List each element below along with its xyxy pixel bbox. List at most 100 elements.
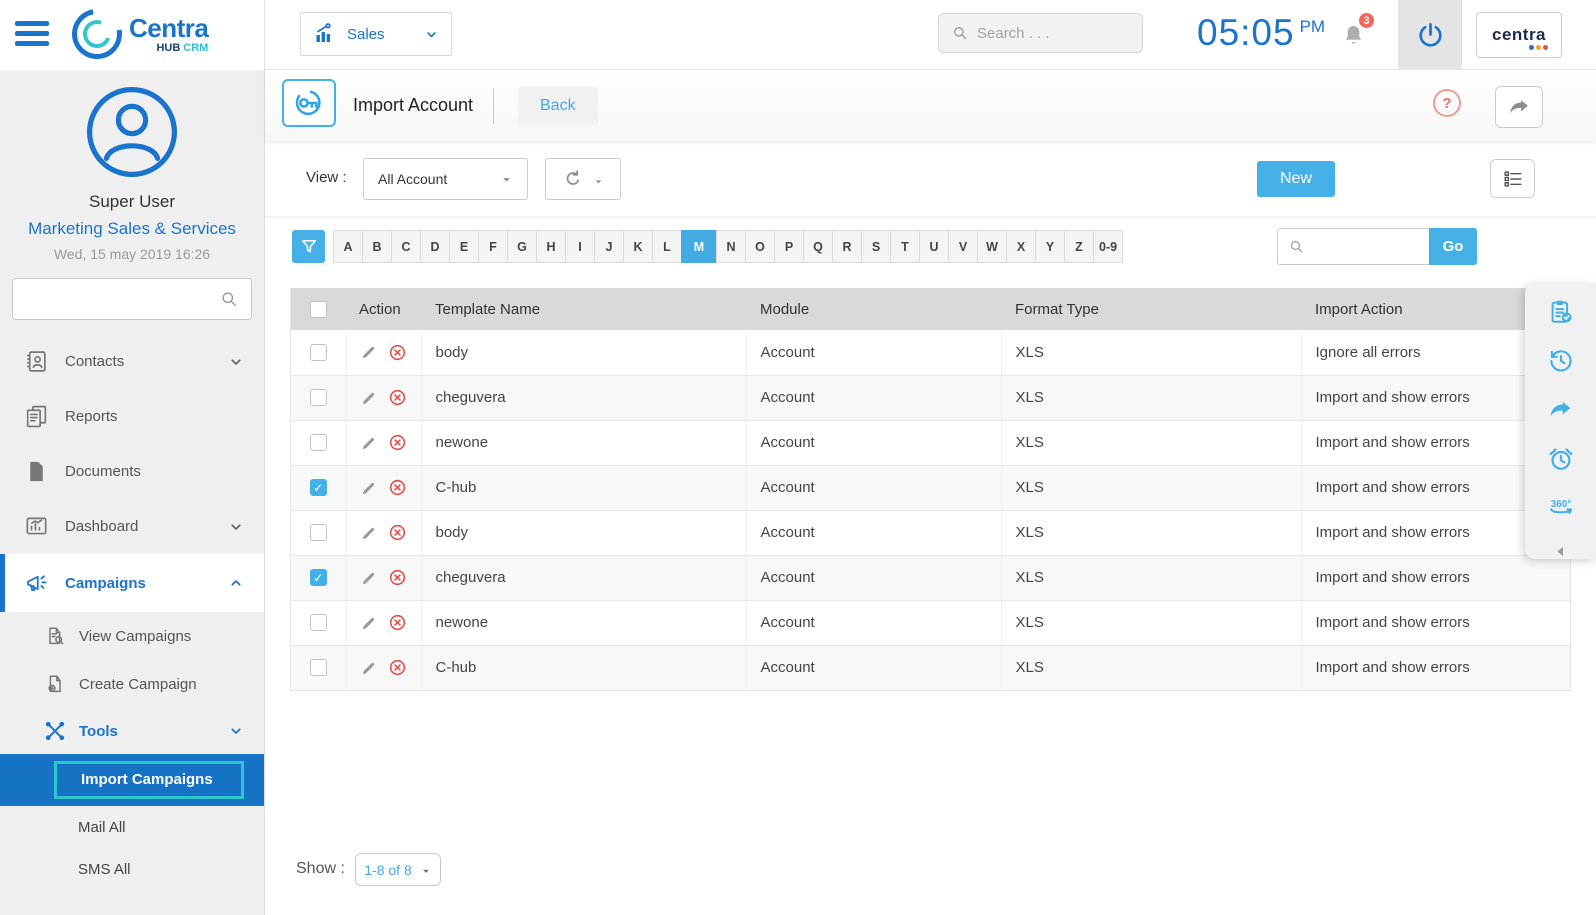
alpha-letter-c[interactable]: C (391, 230, 421, 263)
alpha-letter-u[interactable]: U (919, 230, 949, 263)
sidebar-item-tools[interactable]: Tools (0, 708, 264, 754)
go-button[interactable]: Go (1429, 228, 1477, 265)
page-title: Import Account (353, 95, 474, 115)
edit-icon[interactable] (360, 614, 378, 632)
import-key-button[interactable] (282, 79, 336, 127)
deg360-icon[interactable]: 360° (1547, 494, 1575, 522)
edit-icon[interactable] (360, 343, 378, 361)
new-button[interactable]: New (1257, 161, 1335, 197)
history-icon[interactable] (1547, 347, 1575, 375)
cell-module: Account (746, 555, 1002, 601)
delete-icon[interactable] (388, 613, 407, 632)
sidebar-item-campaigns[interactable]: Campaigns (0, 554, 264, 612)
alpha-letter-w[interactable]: W (977, 230, 1007, 263)
delete-icon[interactable] (388, 433, 407, 452)
logout-power-button[interactable] (1398, 0, 1462, 70)
sidebar-item-mail-all[interactable]: Mail All (0, 806, 264, 848)
edit-icon[interactable] (360, 479, 378, 497)
user-department[interactable]: Marketing Sales & Services (0, 219, 264, 239)
delete-icon[interactable] (388, 658, 407, 677)
share-button[interactable] (1495, 86, 1543, 128)
sidebar-item-import-campaigns[interactable]: Import Campaigns (0, 754, 264, 806)
alpha-letter-r[interactable]: R (832, 230, 862, 263)
cell-import-action: Import and show errors (1301, 645, 1570, 691)
alpha-letter-y[interactable]: Y (1035, 230, 1065, 263)
sidebar-item-documents[interactable]: Documents (0, 444, 264, 499)
edit-icon[interactable] (360, 389, 378, 407)
view-dropdown[interactable]: All Account (363, 158, 528, 200)
sidebar-item-label: Campaigns (65, 574, 146, 592)
row-checkbox[interactable] (309, 389, 327, 407)
brand-dots (1529, 45, 1548, 50)
cell-template-name: C-hub (421, 645, 747, 691)
alpha-letter-k[interactable]: K (623, 230, 653, 263)
row-checkbox[interactable]: ✓ (309, 479, 327, 497)
user-avatar[interactable] (84, 84, 180, 180)
edit-icon[interactable] (360, 659, 378, 677)
row-checkbox[interactable] (309, 344, 327, 362)
alpha-letter-b[interactable]: B (362, 230, 392, 263)
sidebar-search-input[interactable] (25, 291, 219, 307)
refresh-button[interactable] (545, 158, 621, 200)
sidebar-item-create-campaign[interactable]: Create Campaign (0, 660, 264, 708)
alpha-letter-p[interactable]: P (774, 230, 804, 263)
sidebar-item-view-campaigns[interactable]: View Campaigns (0, 612, 264, 660)
delete-icon[interactable] (388, 388, 407, 407)
row-checkbox[interactable] (309, 524, 327, 542)
row-checkbox[interactable] (309, 614, 327, 632)
pagination-dropdown[interactable]: 1-8 of 8 (355, 853, 441, 886)
delete-icon[interactable] (388, 343, 407, 362)
row-checkbox[interactable]: ✓ (309, 569, 327, 587)
alpha-letter-a[interactable]: A (333, 230, 363, 263)
edit-icon[interactable] (360, 434, 378, 452)
alarm-icon[interactable] (1547, 445, 1575, 473)
help-button[interactable]: ? (1433, 89, 1461, 117)
table-row: body Account XLS Import and show errors (291, 510, 1570, 556)
alpha-letter-f[interactable]: F (478, 230, 508, 263)
brand-text: centra (1491, 25, 1547, 44)
list-view-button[interactable] (1490, 159, 1535, 198)
table-search-input[interactable] (1313, 238, 1419, 255)
row-checkbox[interactable] (309, 434, 327, 452)
filter-button[interactable] (292, 230, 325, 263)
select-all-checkbox[interactable] (310, 300, 327, 318)
edit-icon[interactable] (360, 569, 378, 587)
row-checkbox-cell (291, 600, 347, 646)
alpha-letter-t[interactable]: T (890, 230, 920, 263)
module-selector[interactable]: Sales (300, 12, 452, 56)
alpha-letter-s[interactable]: S (861, 230, 891, 263)
sidebar-item-reports[interactable]: Reports (0, 389, 264, 444)
alpha-letter-v[interactable]: V (948, 230, 978, 263)
alpha-letter-0-9[interactable]: 0-9 (1093, 230, 1124, 263)
delete-icon[interactable] (388, 568, 407, 587)
cell-import-action: Import and show errors (1301, 555, 1570, 601)
alpha-letter-x[interactable]: X (1006, 230, 1036, 263)
alpha-letter-e[interactable]: E (449, 230, 479, 263)
delete-icon[interactable] (388, 478, 407, 497)
back-button[interactable]: Back (518, 87, 598, 125)
row-checkbox[interactable] (309, 659, 327, 677)
share-icon[interactable] (1547, 396, 1575, 424)
alpha-letter-o[interactable]: O (745, 230, 775, 263)
sidebar-item-contacts[interactable]: Contacts (0, 334, 264, 389)
alpha-letter-q[interactable]: Q (803, 230, 833, 263)
hamburger-menu-icon[interactable] (15, 21, 49, 51)
alpha-letter-z[interactable]: Z (1064, 230, 1094, 263)
sidebar-item-dashboard[interactable]: Dashboard (0, 499, 264, 554)
cell-module: Account (746, 420, 1002, 466)
global-search-input[interactable] (977, 24, 1130, 42)
alpha-letter-d[interactable]: D (420, 230, 450, 263)
alpha-letter-j[interactable]: J (594, 230, 624, 263)
delete-icon[interactable] (388, 523, 407, 542)
alpha-letter-m[interactable]: M (681, 230, 717, 263)
alpha-letter-i[interactable]: I (565, 230, 595, 263)
alpha-letter-n[interactable]: N (716, 230, 746, 263)
alpha-letter-h[interactable]: H (536, 230, 566, 263)
notifications-bell-icon[interactable]: 3 (1340, 11, 1376, 50)
clipboard-check-icon[interactable] (1547, 298, 1575, 326)
alpha-letter-l[interactable]: L (652, 230, 682, 263)
sidebar-item-sms-all[interactable]: SMS All (0, 848, 264, 890)
edit-icon[interactable] (360, 524, 378, 542)
collapse-panel-icon[interactable] (1552, 543, 1569, 560)
alpha-letter-g[interactable]: G (507, 230, 537, 263)
